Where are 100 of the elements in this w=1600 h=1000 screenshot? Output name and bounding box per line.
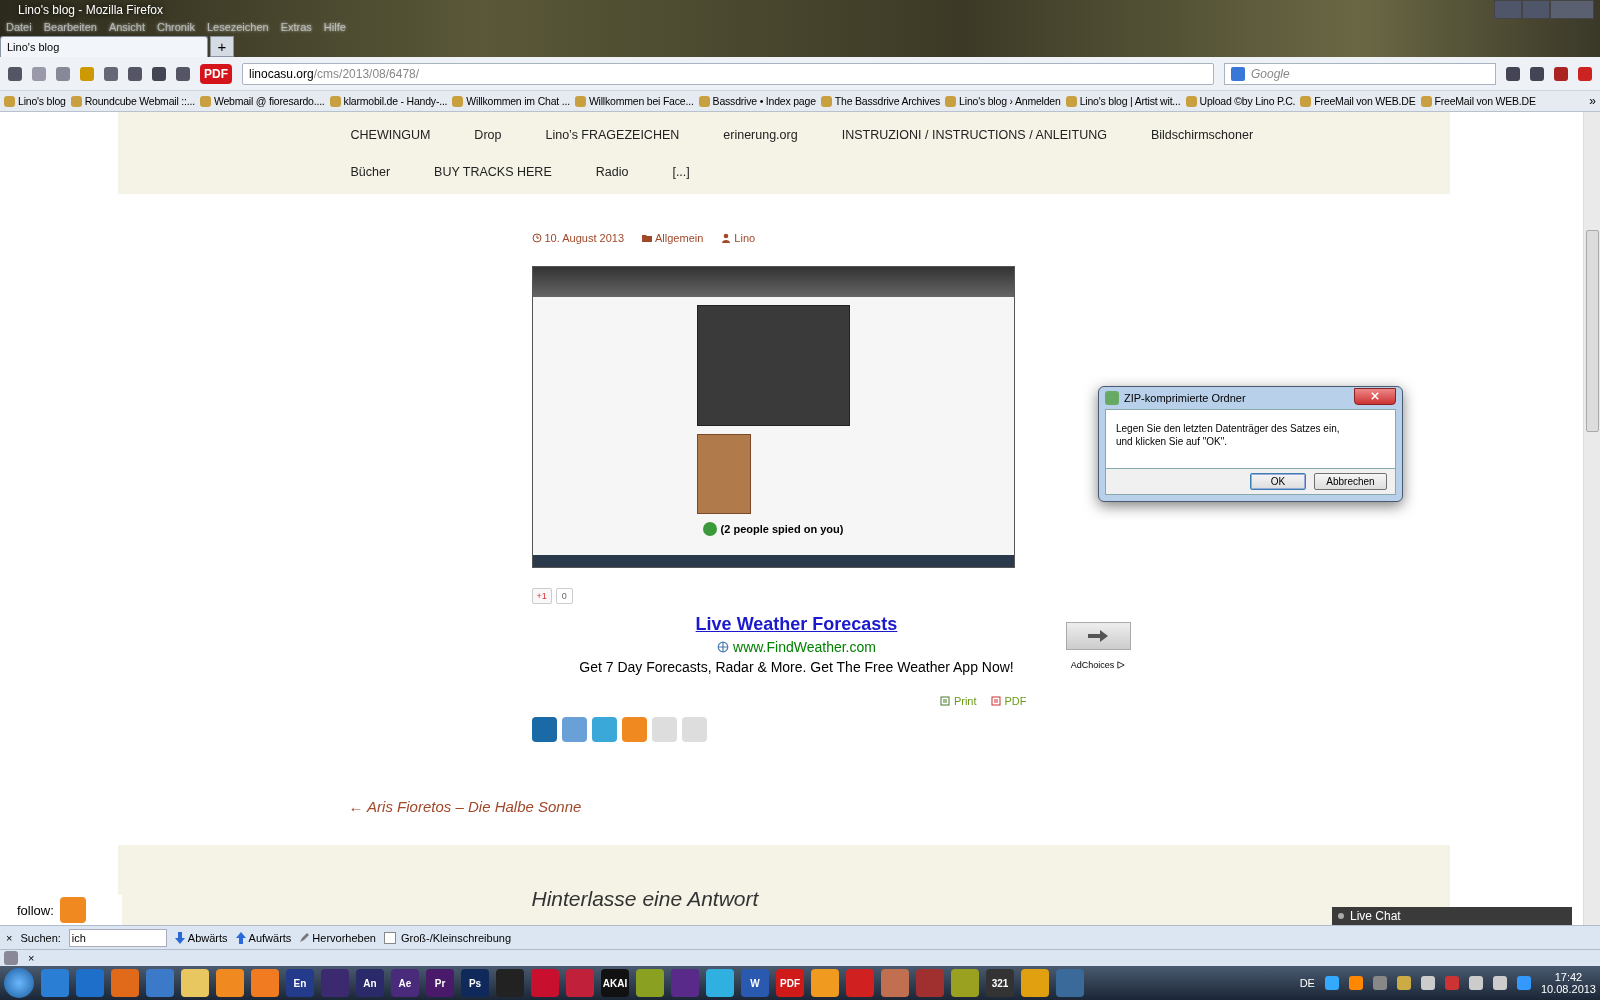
- toolbar-icon[interactable]: [1578, 66, 1592, 81]
- tray-icon[interactable]: [1492, 976, 1507, 990]
- tray-icon[interactable]: [1324, 976, 1339, 990]
- browser-tab[interactable]: Lino's blog: [0, 36, 208, 57]
- taskbar-app-icon[interactable]: [146, 969, 174, 997]
- menu-item[interactable]: Ansicht: [108, 21, 145, 33]
- taskbar-app-icon[interactable]: PDF: [776, 969, 804, 997]
- post-date-link[interactable]: 10. August 2013: [531, 232, 624, 244]
- taskbar-app-icon[interactable]: [216, 969, 244, 997]
- find-close-button[interactable]: ×: [6, 931, 13, 944]
- taskbar-app-icon[interactable]: 321: [986, 969, 1014, 997]
- nav-link[interactable]: CHEWINGUM: [350, 127, 431, 142]
- ad-arrow-button[interactable]: [1065, 622, 1131, 650]
- toolbar-icon[interactable]: [1554, 66, 1568, 81]
- bookmark-item[interactable]: Upload ©by Lino P.C.: [1185, 95, 1296, 107]
- plus-one-button[interactable]: +1: [531, 588, 552, 604]
- bookmark-item[interactable]: Lino's blog › Anmelden: [945, 95, 1061, 107]
- bookmark-item[interactable]: klarmobil.de - Handy-...: [329, 95, 448, 107]
- menu-item[interactable]: Hilfe: [323, 21, 346, 33]
- dialog-button[interactable]: Abbrechen: [1314, 473, 1387, 490]
- menu-item[interactable]: Datei: [6, 21, 32, 33]
- nav-link[interactable]: Radio: [595, 164, 629, 179]
- nav-link[interactable]: Bildschirmschoner: [1150, 127, 1254, 142]
- nav-link[interactable]: Bücher: [350, 164, 391, 179]
- tray-icon[interactable]: [1468, 976, 1483, 990]
- find-field[interactable]: ich: [68, 928, 167, 947]
- taskbar-app-icon[interactable]: Ae: [391, 969, 419, 997]
- share-icon[interactable]: [621, 717, 647, 742]
- menu-item[interactable]: Bearbeiten: [43, 21, 97, 33]
- find-down-button[interactable]: Abwärts: [174, 931, 228, 944]
- highlight-button[interactable]: Hervorheben: [299, 931, 376, 944]
- language-indicator[interactable]: DE: [1299, 977, 1315, 989]
- addon-close-button[interactable]: ×: [28, 952, 35, 964]
- close-button[interactable]: [1550, 0, 1594, 19]
- bookmark-item[interactable]: The Bassdrive Archives: [820, 95, 941, 107]
- taskbar-app-icon[interactable]: [881, 969, 909, 997]
- bookmark-item[interactable]: Willkommen im Chat ...: [452, 95, 570, 107]
- pdf-button[interactable]: PDF: [200, 63, 232, 84]
- author-link[interactable]: Lino: [721, 232, 756, 244]
- bookmark-item[interactable]: FreeMail von WEB.DE: [1300, 95, 1416, 107]
- nav-link[interactable]: BUY TRACKS HERE: [434, 164, 552, 179]
- maximize-button[interactable]: [1522, 0, 1550, 19]
- bookmark-item[interactable]: FreeMail von WEB.DE: [1420, 95, 1536, 107]
- menu-item[interactable]: Extras: [280, 21, 312, 33]
- adchoices-link[interactable]: AdChoices: [1070, 660, 1126, 670]
- match-case-checkbox[interactable]: Groß-/Kleinschreibung: [383, 931, 511, 944]
- bookmark-item[interactable]: Lino's blog: [4, 95, 66, 107]
- taskbar-app-icon[interactable]: Ps: [461, 969, 489, 997]
- minimize-button[interactable]: [1494, 0, 1522, 19]
- ad-title-link[interactable]: Live Weather Forecasts: [695, 614, 898, 635]
- nav-link[interactable]: Lino’s FRAGEZEICHEN: [545, 127, 680, 142]
- tray-icon[interactable]: [1516, 976, 1531, 990]
- taskbar-app-icon[interactable]: [706, 969, 734, 997]
- nav-link[interactable]: [...]: [672, 164, 690, 179]
- taskbar-app-icon[interactable]: W: [741, 969, 769, 997]
- share-icon[interactable]: [561, 717, 587, 742]
- tray-icon[interactable]: [1396, 976, 1411, 990]
- tray-icon[interactable]: [1420, 976, 1435, 990]
- tray-icon[interactable]: [1372, 976, 1387, 990]
- rss-icon[interactable]: [59, 897, 86, 923]
- bookmark-item[interactable]: Roundcube Webmail ::...: [70, 95, 195, 107]
- bookmark-item[interactable]: Lino's blog | Artist wit...: [1065, 95, 1181, 107]
- print-link[interactable]: PDF: [990, 695, 1027, 707]
- taskbar-app-icon[interactable]: [811, 969, 839, 997]
- toolbar-icon[interactable]: [56, 66, 70, 81]
- nav-link[interactable]: INSTRUZIONI / INSTRUCTIONS / ANLEITUNG: [841, 127, 1107, 142]
- bookmark-item[interactable]: Bassdrive • Index page: [698, 95, 816, 107]
- taskbar-app-icon[interactable]: [251, 969, 279, 997]
- nav-link[interactable]: erinerung.org: [723, 127, 798, 142]
- taskbar-app-icon[interactable]: [1021, 969, 1049, 997]
- dialog-close-button[interactable]: [1354, 387, 1396, 405]
- menu-item[interactable]: Lesezeichen: [206, 21, 269, 33]
- new-tab-button[interactable]: +: [210, 36, 234, 57]
- taskbar-app-icon[interactable]: [181, 969, 209, 997]
- ad-url[interactable]: www.FindWeather.com: [717, 639, 876, 655]
- more-bookmarks-button[interactable]: »: [1589, 94, 1596, 108]
- addon-icon[interactable]: [4, 951, 18, 965]
- dialog-button[interactable]: OK: [1250, 473, 1306, 490]
- live-chat-bar[interactable]: Live Chat: [1332, 907, 1572, 925]
- previous-post-link[interactable]: ← Aris Fioretos – Die Halbe Sonne: [348, 798, 1450, 815]
- taskbar-clock[interactable]: 17:42 10.08.2013: [1540, 971, 1596, 995]
- share-icon[interactable]: [591, 717, 617, 742]
- category-link[interactable]: Allgemein: [642, 232, 704, 244]
- search-engine-icon[interactable]: [1231, 66, 1245, 81]
- tray-icon[interactable]: [1348, 976, 1363, 990]
- start-button[interactable]: [4, 968, 34, 998]
- taskbar-app-icon[interactable]: Pr: [426, 969, 454, 997]
- taskbar-app-icon[interactable]: En: [286, 969, 314, 997]
- taskbar-app-icon[interactable]: [951, 969, 979, 997]
- taskbar-app-icon[interactable]: [846, 969, 874, 997]
- taskbar-app-icon[interactable]: An: [356, 969, 384, 997]
- taskbar-app-icon[interactable]: AKAI: [601, 969, 629, 997]
- url-field[interactable]: linocasu.org/cms/2013/08/6478/: [242, 62, 1214, 85]
- search-field[interactable]: Google: [1224, 62, 1496, 85]
- taskbar-app-icon[interactable]: [566, 969, 594, 997]
- bookmark-item[interactable]: Willkommen bei Face...: [574, 95, 694, 107]
- taskbar-app-icon[interactable]: [531, 969, 559, 997]
- find-up-button[interactable]: Aufwärts: [235, 931, 292, 944]
- menu-item[interactable]: Chronik: [157, 21, 195, 33]
- nav-link[interactable]: Drop: [474, 127, 502, 142]
